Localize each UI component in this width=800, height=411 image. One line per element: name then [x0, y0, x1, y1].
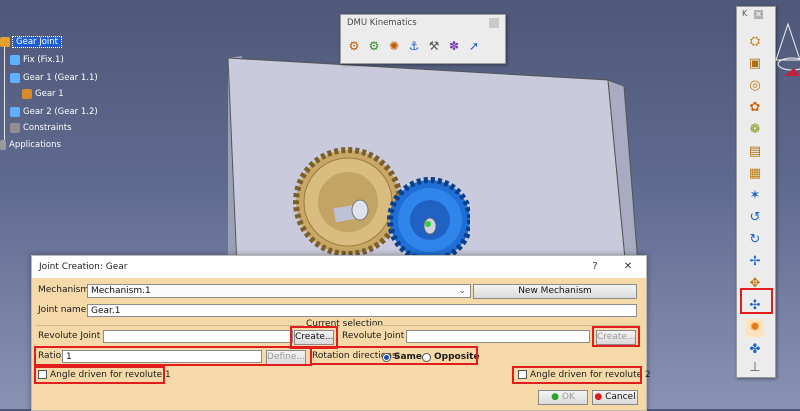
- current-selection-label: Current selection: [306, 319, 384, 329]
- slide-curve-joint-icon[interactable]: ↺: [746, 209, 764, 227]
- angle-driven-2-checkbox[interactable]: [518, 370, 527, 379]
- chevron-down-icon: ⌄: [458, 286, 466, 296]
- opposite-label: Opposite: [434, 352, 480, 362]
- tree-item-applications[interactable]: Applications: [0, 139, 61, 152]
- ok-button[interactable]: ● OK: [538, 390, 588, 405]
- tree-item-constraints[interactable]: Constraints: [10, 122, 72, 135]
- gear-1: [293, 147, 403, 257]
- rigid-joint-icon[interactable]: ▦: [746, 165, 764, 183]
- tree-root[interactable]: Gear Joint: [0, 36, 63, 49]
- mechanism-select[interactable]: Mechanism.1 ⌄: [87, 284, 471, 298]
- ratio-input[interactable]: 1: [62, 350, 262, 363]
- revolute-joint-1-input[interactable]: [103, 330, 293, 343]
- part-icon: [22, 88, 32, 99]
- rack-joint-icon[interactable]: ✤: [746, 341, 764, 359]
- mechanism-label: Mechanism:: [38, 285, 93, 295]
- gear-2: [387, 177, 470, 260]
- simulation-icon[interactable]: ⚙: [347, 39, 361, 53]
- revolute-joint-1-label: Revolute Joint 1:: [38, 331, 112, 341]
- point-curve-joint-icon[interactable]: ✶: [746, 187, 764, 205]
- cylindrical-joint-icon[interactable]: ◎: [746, 77, 764, 95]
- spherical-joint-icon[interactable]: ❁: [746, 121, 764, 139]
- close-icon[interactable]: ✕: [754, 10, 763, 19]
- toolbar-close-icon[interactable]: [489, 18, 499, 28]
- joint-name-label: Joint name:: [38, 305, 90, 315]
- revolute-joint-2-label: Revolute Joint 2:: [342, 331, 416, 341]
- angle-driven-1-label: Angle driven for revolute 1: [50, 370, 171, 380]
- revolute-joint-icon[interactable]: ⛭: [746, 33, 764, 51]
- component-icon: [10, 72, 20, 83]
- constraints-icon: [10, 122, 20, 133]
- kinematics-joint-icon[interactable]: ✺: [387, 39, 401, 53]
- joint-creation-gear-dialog[interactable]: Joint Creation: Gear ? ✕ Mechanism: Mech…: [31, 255, 651, 411]
- dialog-titlebar[interactable]: Joint Creation: Gear ? ✕: [32, 256, 646, 278]
- create-revolute-2-button[interactable]: Create...: [596, 330, 636, 345]
- tree-item-fix[interactable]: Fix (Fix.1): [10, 54, 64, 67]
- dmu-kinematics-toolbar[interactable]: DMU Kinematics ⚙ ⚙ ✺ ⚓ ⚒ ✽ ➚: [340, 14, 506, 64]
- close-button[interactable]: ✕: [620, 259, 636, 275]
- angle-driven-1-checkbox[interactable]: [38, 370, 47, 379]
- new-mechanism-button[interactable]: New Mechanism: [473, 284, 637, 299]
- axis-icon[interactable]: ⊥: [746, 359, 764, 377]
- same-radio[interactable]: [382, 353, 391, 362]
- define-button[interactable]: Define...: [266, 350, 306, 365]
- point-surface-joint-icon[interactable]: ✢: [746, 253, 764, 271]
- tree-item-gear2[interactable]: Gear 2 (Gear 1.2): [10, 106, 98, 119]
- component-icon: [10, 106, 20, 117]
- fixed-part-icon[interactable]: ⚓: [407, 39, 421, 53]
- opposite-radio[interactable]: [422, 353, 431, 362]
- angle-driven-2-label: Angle driven for revolute 2: [530, 370, 651, 380]
- planar-joint-icon[interactable]: ▤: [746, 143, 764, 161]
- applications-icon: [0, 139, 6, 150]
- help-button[interactable]: ?: [587, 259, 603, 275]
- component-icon: [10, 54, 20, 65]
- revolute-joint-2-input[interactable]: [406, 330, 590, 343]
- same-label: Same: [394, 352, 423, 362]
- cv-joint-icon[interactable]: ✣: [746, 297, 764, 315]
- separator: [36, 325, 304, 326]
- ok-icon: ●: [551, 392, 559, 402]
- tree-item-gear1[interactable]: Gear 1 (Gear 1.1): [10, 72, 98, 85]
- cancel-icon: ●: [594, 392, 603, 402]
- cancel-button[interactable]: ● Cancel: [592, 390, 638, 405]
- speed-acceleration-icon[interactable]: ➚: [467, 39, 481, 53]
- prismatic-joint-icon[interactable]: ▣: [746, 55, 764, 73]
- screw-joint-icon[interactable]: ✿: [746, 99, 764, 117]
- roll-curve-joint-icon[interactable]: ↻: [746, 231, 764, 249]
- gear-joint-icon[interactable]: ✹: [746, 319, 764, 337]
- assembly-icon: [0, 36, 10, 47]
- gear-assembly[interactable]: [290, 140, 470, 260]
- ratio-label: Ratio:: [38, 351, 65, 361]
- compass-icon[interactable]: [770, 20, 800, 80]
- mechanism-analysis-icon[interactable]: ⚒: [427, 39, 441, 53]
- joint-name-input[interactable]: Gear.1: [87, 304, 637, 317]
- sensor-icon[interactable]: ✽: [447, 39, 461, 53]
- separator: [372, 325, 640, 326]
- simulation-law-icon[interactable]: ⚙: [367, 39, 381, 53]
- tree-item-gear1-part[interactable]: Gear 1: [22, 88, 64, 101]
- create-revolute-1-button[interactable]: Create...: [294, 330, 334, 345]
- universal-joint-icon[interactable]: ✥: [746, 275, 764, 293]
